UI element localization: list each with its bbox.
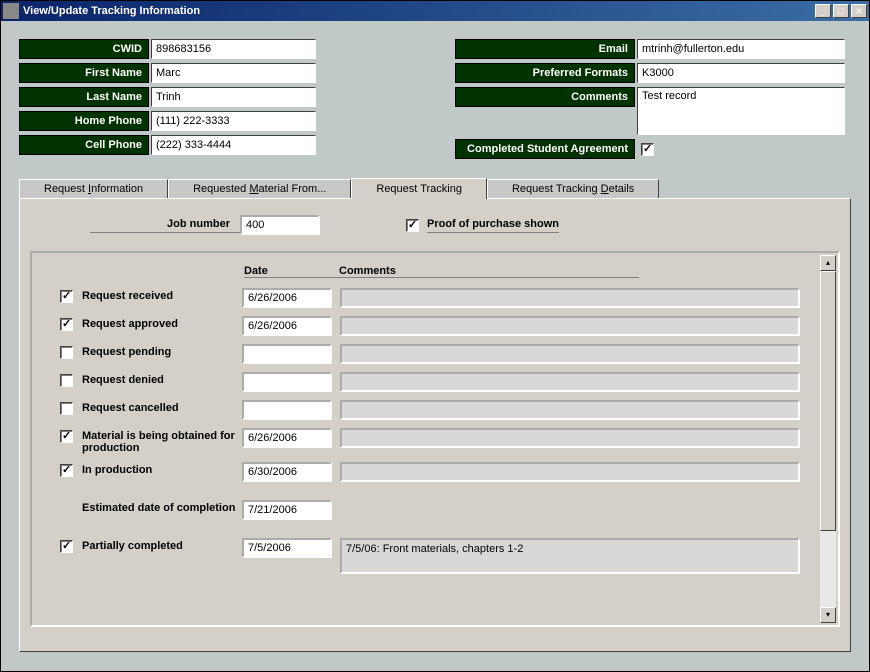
tab-label: Requested Material From... xyxy=(193,183,326,195)
tab-label: Request Information xyxy=(44,183,143,195)
tab-request-information[interactable]: Request Information xyxy=(19,179,168,200)
row-date-field[interactable] xyxy=(242,288,332,308)
row-label: Request cancelled xyxy=(82,400,242,414)
tracking-grid: Date Comments Request received Request ap… xyxy=(30,251,840,627)
tab-strip: Request Information Requested Material F… xyxy=(19,177,851,198)
window: View/Update Tracking Information _ □ ✕ C… xyxy=(0,0,870,672)
row-date-field[interactable] xyxy=(242,372,332,392)
home-phone-field[interactable] xyxy=(151,111,316,131)
row-date-field[interactable] xyxy=(242,462,332,482)
scroll-up-button[interactable]: ▴ xyxy=(820,255,836,271)
tracking-row: Request denied xyxy=(54,372,816,392)
cell-phone-label: Cell Phone xyxy=(19,135,149,155)
header-fields: CWID First Name Last Name Home Phone Cel… xyxy=(19,39,851,163)
tab-panel: Job number Proof of purchase shown Date … xyxy=(19,198,851,652)
row-checkbox[interactable] xyxy=(60,540,73,553)
last-name-field[interactable] xyxy=(151,87,316,107)
job-number-label: Job number xyxy=(90,218,240,233)
row-date-field[interactable] xyxy=(242,538,332,558)
proof-label: Proof of purchase shown xyxy=(427,218,559,233)
titlebar: View/Update Tracking Information _ □ ✕ xyxy=(1,1,869,21)
row-label: Request received xyxy=(82,288,242,302)
tracking-row: Partially completed 7/5/06: Front materia… xyxy=(54,538,816,574)
row-label: Request denied xyxy=(82,372,242,386)
grid-rows: Request received Request approved Request … xyxy=(54,288,816,574)
row-comment-field[interactable] xyxy=(340,288,800,308)
row-comment-field[interactable]: 7/5/06: Front materials, chapters 1-2 xyxy=(340,538,800,574)
row-label: Request pending xyxy=(82,344,242,358)
tracking-row: Request approved xyxy=(54,316,816,336)
row-checkbox[interactable] xyxy=(60,402,73,415)
vertical-scrollbar[interactable]: ▴ ▾ xyxy=(820,255,836,623)
row-comment-field[interactable] xyxy=(340,400,800,420)
maximize-button[interactable]: □ xyxy=(833,4,849,18)
close-button[interactable]: ✕ xyxy=(851,4,867,18)
email-label: Email xyxy=(455,39,635,59)
row-label: Material is being obtained for productio… xyxy=(82,428,242,454)
grid-header: Date Comments xyxy=(54,265,816,278)
date-column-header: Date xyxy=(244,265,339,278)
row-date-field[interactable] xyxy=(242,344,332,364)
home-phone-label: Home Phone xyxy=(19,111,149,131)
row-label: Estimated date of completion xyxy=(82,500,242,514)
app-icon xyxy=(3,3,19,19)
tracking-row: Request cancelled xyxy=(54,400,816,420)
first-name-label: First Name xyxy=(19,63,149,83)
last-name-label: Last Name xyxy=(19,87,149,107)
email-field[interactable] xyxy=(637,39,845,59)
cwid-label: CWID xyxy=(19,39,149,59)
row-comment-field[interactable] xyxy=(340,462,800,482)
tab-requested-material-from[interactable]: Requested Material From... xyxy=(168,179,351,200)
tracking-row: Estimated date of completion xyxy=(54,500,816,520)
tab-label: Request Tracking Details xyxy=(512,183,634,195)
first-name-field[interactable] xyxy=(151,63,316,83)
cell-phone-field[interactable] xyxy=(151,135,316,155)
tracking-row: Request received xyxy=(54,288,816,308)
tracking-row: Request pending xyxy=(54,344,816,364)
row-comment-field[interactable] xyxy=(340,372,800,392)
row-label: Partially completed xyxy=(82,538,242,552)
formats-label: Preferred Formats xyxy=(455,63,635,83)
row-comment-field[interactable] xyxy=(340,428,800,448)
cwid-field[interactable] xyxy=(151,39,316,59)
scroll-down-button[interactable]: ▾ xyxy=(820,607,836,623)
comments-column-header: Comments xyxy=(339,265,639,278)
row-checkbox[interactable] xyxy=(60,290,73,303)
agreement-label: Completed Student Agreement xyxy=(455,139,635,159)
row-comment-field[interactable] xyxy=(340,344,800,364)
comments-label: Comments xyxy=(455,87,635,107)
row-date-field[interactable] xyxy=(242,500,332,520)
minimize-button[interactable]: _ xyxy=(815,4,831,18)
row-date-field[interactable] xyxy=(242,316,332,336)
content-area: CWID First Name Last Name Home Phone Cel… xyxy=(1,21,869,662)
row-comment-field[interactable] xyxy=(340,316,800,336)
tracking-row: In production xyxy=(54,462,816,482)
row-checkbox[interactable] xyxy=(60,464,73,477)
row-checkbox[interactable] xyxy=(60,430,73,443)
proof-checkbox[interactable] xyxy=(406,219,419,232)
row-checkbox[interactable] xyxy=(60,346,73,359)
row-checkbox[interactable] xyxy=(60,318,73,331)
job-number-row: Job number Proof of purchase shown xyxy=(30,215,840,235)
tab-request-tracking-details[interactable]: Request Tracking Details xyxy=(487,179,659,200)
window-title: View/Update Tracking Information xyxy=(23,5,813,17)
agreement-checkbox[interactable] xyxy=(641,143,654,156)
scroll-thumb[interactable] xyxy=(820,271,836,531)
formats-field[interactable] xyxy=(637,63,845,83)
row-label: In production xyxy=(82,462,242,476)
comments-field[interactable]: Test record xyxy=(637,87,845,135)
row-checkbox[interactable] xyxy=(60,374,73,387)
row-label: Request approved xyxy=(82,316,242,330)
row-date-field[interactable] xyxy=(242,400,332,420)
proof-section: Proof of purchase shown xyxy=(400,218,559,233)
row-date-field[interactable] xyxy=(242,428,332,448)
tab-request-tracking[interactable]: Request Tracking xyxy=(351,178,487,199)
tracking-row: Material is being obtained for productio… xyxy=(54,428,816,454)
job-number-field[interactable] xyxy=(240,215,320,235)
